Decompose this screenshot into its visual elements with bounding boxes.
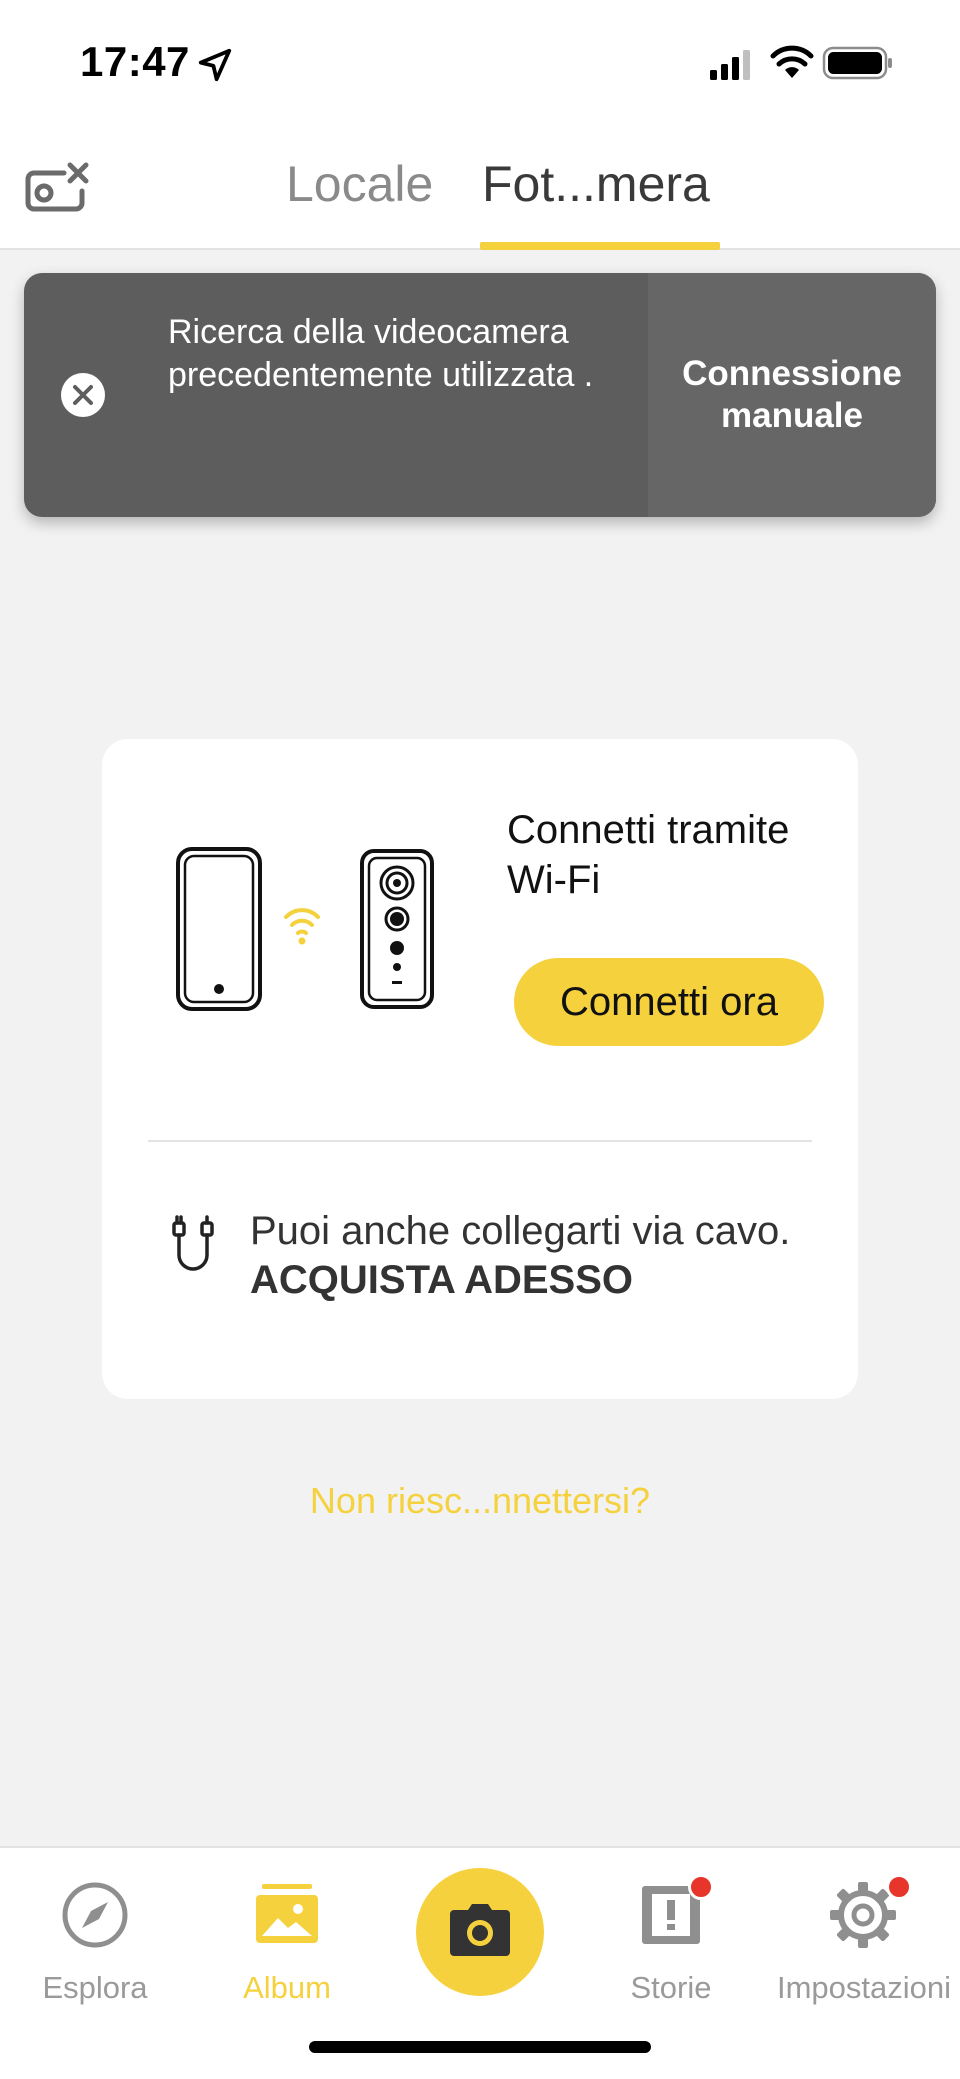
cable-info-text: Puoi anche collegarti via cavo. ACQUISTA… [250,1207,830,1305]
cellular-signal-icon [710,50,750,80]
connect-now-button[interactable]: Connetti ora [514,958,824,1046]
tab-local[interactable]: Locale [286,155,433,213]
nav-label-album: Album [243,1970,331,2005]
camera-disconnected-icon[interactable] [24,161,96,217]
top-navigation: Locale Fot...mera [0,125,960,250]
close-circle-icon[interactable] [60,372,106,418]
nav-settings[interactable]: Impostazioni [768,1870,958,2020]
compass-icon [62,1882,128,1948]
status-time: 17:47 [80,38,190,85]
toast-message: Ricerca della videocamera precedentement… [168,313,594,394]
nav-explore[interactable]: Esplora [0,1870,190,2020]
camera-shutter-icon [450,1904,510,1956]
location-arrow-icon [198,48,232,82]
selected-tab-indicator [480,242,720,250]
stories-notification-badge [688,1874,714,1900]
wifi-connect-title: Connetti tramite Wi-Fi [507,808,790,902]
connect-card: Connetti tramite Wi-Fi Connetti ora Puoi… [102,739,858,1399]
search-camera-toast: Ricerca della videocamera precedentement… [24,273,936,517]
status-bar: 17:47 [0,0,960,125]
divider [148,1140,812,1142]
settings-notification-badge [886,1874,912,1900]
phone-wifi-camera-illustration [176,847,434,1011]
camera-shutter-button[interactable] [416,1868,544,1996]
battery-icon [822,46,892,80]
home-indicator [309,2041,651,2053]
nav-album[interactable]: Album [192,1870,382,2020]
nav-label-explore: Esplora [42,1970,148,2005]
wifi-icon [770,45,814,78]
buy-now-link[interactable]: ACQUISTA ADESSO [250,1258,633,1302]
nav-label-stories: Storie [630,1970,712,2005]
cable-icon [172,1215,214,1271]
nav-label-settings: Impostazioni [776,1970,952,2005]
bottom-navigation: Esplora Album Storie Impostazioni [0,1846,960,2079]
cannot-connect-link[interactable]: Non riesc...nnettersi? [0,1480,960,1522]
tab-camera[interactable]: Fot...mera [482,155,710,213]
cable-text: Puoi anche collegarti via cavo. [250,1209,791,1253]
manual-connection-button[interactable]: Connessione manuale [648,273,936,517]
nav-stories[interactable]: Storie [576,1870,766,2020]
album-icon [256,1884,318,1943]
toast-message-area: Ricerca della videocamera precedentement… [24,273,648,517]
